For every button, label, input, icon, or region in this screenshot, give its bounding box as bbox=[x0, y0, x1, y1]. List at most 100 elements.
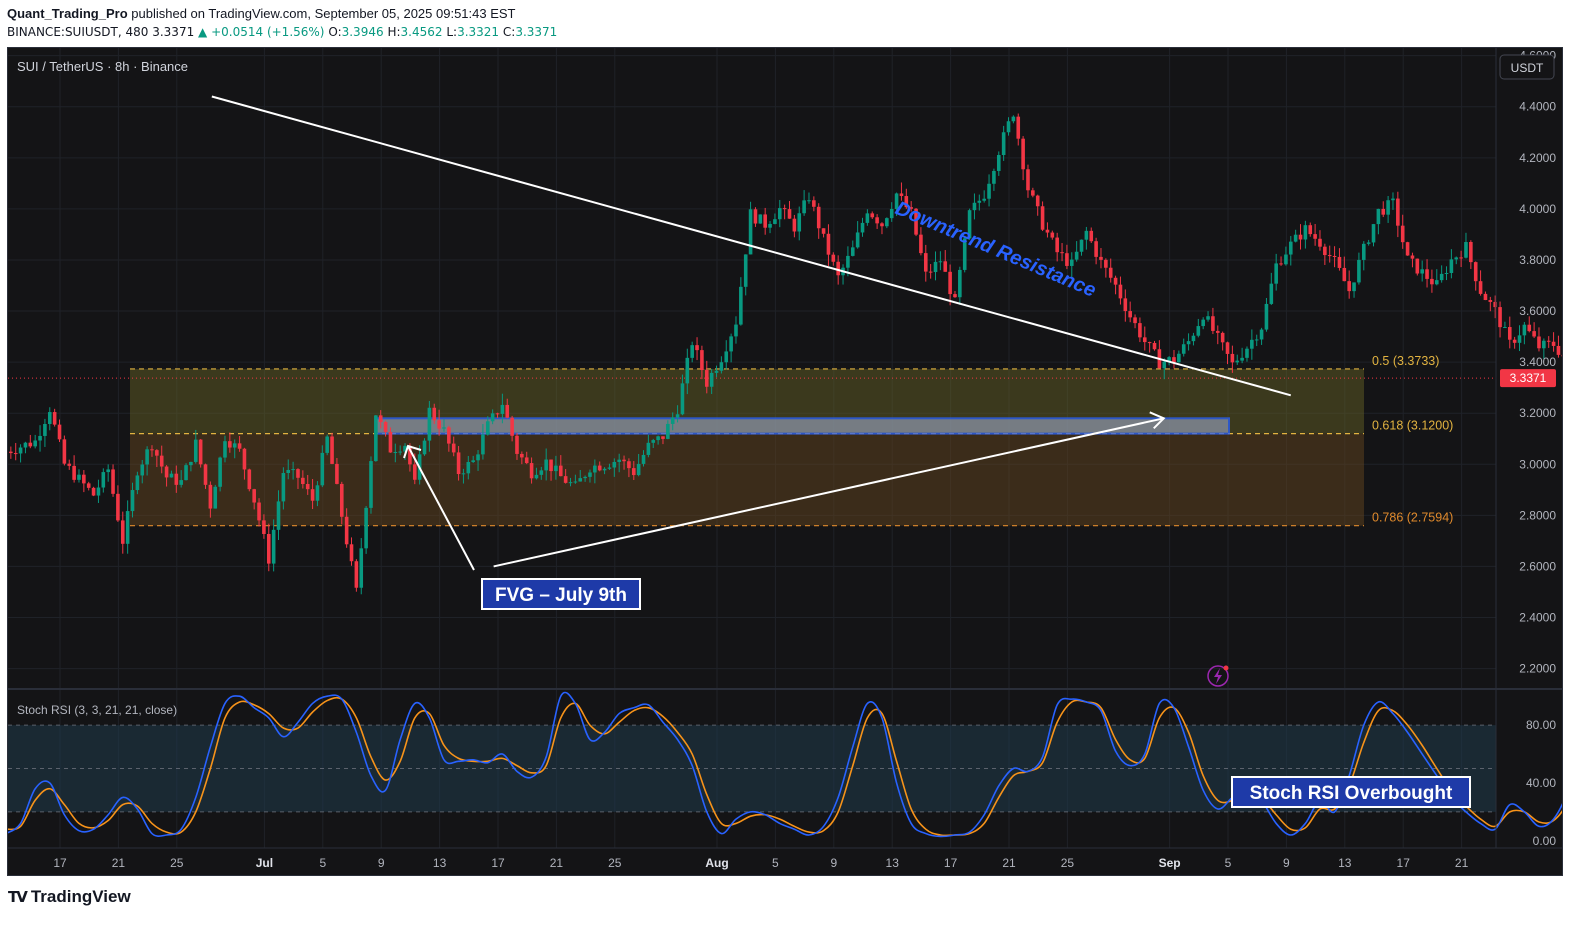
candle-body bbox=[305, 483, 310, 490]
close-label: C: bbox=[502, 25, 516, 39]
time-tick-label: 25 bbox=[170, 856, 184, 870]
candle-body bbox=[461, 473, 466, 475]
time-tick-label: 21 bbox=[112, 856, 126, 870]
candle-body bbox=[179, 480, 183, 485]
candle-body bbox=[1391, 198, 1395, 201]
candle-body bbox=[23, 442, 28, 448]
fib-label-0618: 0.618 (3.1200) bbox=[1372, 419, 1453, 433]
chart-frame[interactable]: 0.5 (3.3733) 0.618 (3.1200) 0.786 (2.7594)… bbox=[7, 47, 1563, 876]
candle-body bbox=[1138, 323, 1142, 338]
candle-body bbox=[38, 435, 42, 441]
candle-body bbox=[666, 423, 670, 439]
stoch-overbought-text: Stoch RSI Overbought bbox=[1250, 783, 1453, 804]
candle-body bbox=[1142, 337, 1147, 343]
candle-body bbox=[1181, 344, 1186, 354]
candle-body bbox=[938, 261, 943, 263]
author-name[interactable]: Quant_Trading_Pro bbox=[7, 6, 128, 21]
stoch-overbought-label[interactable]: Stoch RSI Overbought bbox=[1231, 776, 1471, 808]
candle-body bbox=[447, 427, 451, 444]
symbol-label[interactable]: BINANCE:SUIUSDT, 480 bbox=[7, 25, 148, 39]
candle-body bbox=[704, 370, 709, 387]
candle-body bbox=[1473, 262, 1478, 282]
candle-body bbox=[695, 345, 699, 351]
time-axis[interactable]: 17 21 25 Jul 5 9 13 17 21 25 Aug 5 9 13 17 21 25 Sep 5 9 13 1… bbox=[53, 856, 1468, 870]
drawings-layer[interactable]: Downtrend Resistance FVG – July 9th bbox=[211, 95, 1292, 610]
time-tick-label: 5 bbox=[772, 856, 779, 870]
candle-body bbox=[1352, 282, 1356, 292]
candle-body bbox=[1366, 242, 1371, 244]
candle-body bbox=[1318, 238, 1322, 247]
candle-body bbox=[1220, 332, 1225, 343]
candle-body bbox=[928, 271, 933, 273]
candle-body bbox=[782, 208, 787, 210]
candle-body bbox=[753, 209, 758, 224]
time-tick-label: 25 bbox=[1061, 856, 1075, 870]
chart-canvas[interactable]: 0.5 (3.3733) 0.618 (3.1200) 0.786 (2.7594)… bbox=[8, 48, 1562, 875]
price-tag: 3.3371 bbox=[1500, 369, 1556, 388]
stoch-title[interactable]: Stoch RSI (3, 3, 21, 21, close) bbox=[17, 703, 177, 717]
candle-body bbox=[471, 460, 475, 463]
candle-body bbox=[393, 452, 398, 454]
candle-body bbox=[1147, 342, 1152, 344]
candle-body bbox=[1031, 190, 1035, 196]
candle-body bbox=[631, 468, 636, 476]
downtrend-resistance-line[interactable] bbox=[211, 95, 1292, 397]
candle-body bbox=[43, 423, 47, 436]
candle-body bbox=[1337, 256, 1342, 268]
candle-body bbox=[583, 476, 587, 479]
candle-body bbox=[597, 465, 602, 471]
candle-body bbox=[1396, 198, 1400, 226]
candle-body bbox=[919, 234, 923, 254]
candle-body bbox=[427, 407, 432, 441]
candle-body bbox=[1113, 277, 1118, 285]
candle-body bbox=[86, 483, 91, 488]
candle-body bbox=[422, 440, 427, 455]
fvg-label[interactable]: FVG – July 9th bbox=[481, 578, 641, 610]
candle-body bbox=[1434, 280, 1439, 285]
candle-body bbox=[943, 261, 948, 272]
candle-body bbox=[768, 223, 772, 228]
candle-body bbox=[505, 404, 510, 418]
candle-body bbox=[1104, 259, 1108, 268]
candle-body bbox=[1035, 195, 1040, 207]
candle-body bbox=[1118, 284, 1123, 299]
candle-body bbox=[130, 490, 135, 512]
candle-body bbox=[1464, 242, 1468, 258]
fib-label-05: 0.5 (3.3733) bbox=[1372, 354, 1439, 368]
candle-body bbox=[1386, 200, 1390, 215]
candle-body bbox=[743, 254, 748, 287]
candle-body bbox=[164, 466, 169, 478]
candle-body bbox=[485, 421, 490, 435]
candle-body bbox=[1040, 206, 1045, 230]
candle-body bbox=[816, 206, 821, 229]
price-grid bbox=[8, 55, 1496, 670]
candle-body bbox=[656, 436, 660, 441]
candle-body bbox=[734, 324, 738, 337]
candle-body bbox=[388, 431, 393, 453]
candle-body bbox=[1284, 254, 1288, 265]
tradingview-logo[interactable]: TV TradingView bbox=[8, 886, 131, 908]
fib-retracement[interactable]: 0.5 (3.3733) 0.618 (3.1200) 0.786 (2.7594) bbox=[8, 354, 1496, 527]
time-tick-label: 9 bbox=[830, 856, 837, 870]
candle-body bbox=[125, 511, 130, 544]
candle-body bbox=[549, 459, 553, 472]
candle-body bbox=[252, 489, 256, 503]
candle-body bbox=[198, 439, 203, 465]
candle-body bbox=[184, 465, 188, 481]
currency-button[interactable]: USDT bbox=[1499, 54, 1555, 80]
candle-body bbox=[116, 493, 120, 521]
open-label: O: bbox=[328, 25, 342, 39]
candle-body bbox=[62, 439, 67, 464]
candle-body bbox=[1055, 237, 1059, 253]
candle-body bbox=[344, 516, 349, 545]
downtrend-label[interactable]: Downtrend Resistance bbox=[892, 197, 1099, 301]
candle-body bbox=[481, 434, 485, 455]
candle-body bbox=[223, 441, 227, 458]
candle-body bbox=[992, 170, 996, 184]
candle-body bbox=[1420, 269, 1424, 274]
candle-body bbox=[28, 442, 33, 447]
candle-body bbox=[607, 467, 612, 469]
candle-body bbox=[451, 443, 456, 453]
candle-body bbox=[1400, 225, 1405, 243]
candle-body bbox=[558, 465, 563, 477]
